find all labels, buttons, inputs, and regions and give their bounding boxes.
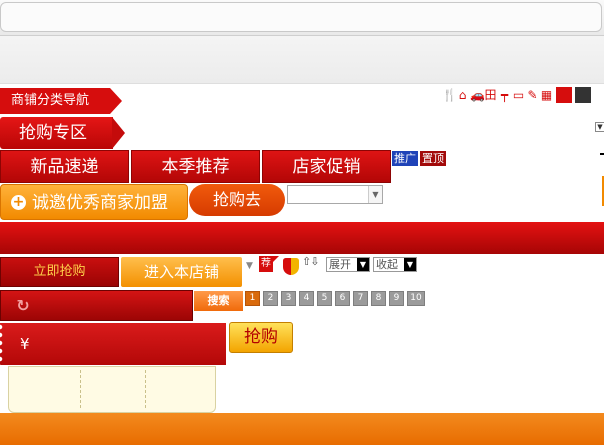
category-icon-row: 🍴 ⌂ 🚗 田 ┯ ▭ ✎ ▦ [442, 86, 591, 104]
promo-badge[interactable]: 推广 [392, 151, 418, 166]
chevron-down-icon[interactable]: ▼ [595, 122, 604, 132]
page-button[interactable]: 5 [317, 291, 332, 306]
shield-icon [283, 258, 299, 275]
page-button[interactable]: 6 [335, 291, 350, 306]
footer-bar [0, 413, 604, 445]
enter-store-button[interactable]: 进入本店铺 [121, 257, 242, 287]
divider [145, 370, 146, 408]
page-button[interactable]: 2 [263, 291, 278, 306]
up-down-arrows-icon[interactable]: ⇧⇩ [302, 255, 319, 268]
divider [600, 153, 604, 155]
page-button[interactable]: 9 [389, 291, 404, 306]
badge-fold [271, 256, 279, 264]
chevron-down-icon[interactable]: ▼ [404, 258, 416, 271]
chevron-down-icon[interactable]: ▼ [246, 261, 253, 271]
tab-new-arrivals[interactable]: 新品速递 [0, 150, 129, 183]
pagination: 1 2 3 4 5 6 7 8 9 10 [245, 291, 425, 306]
plus-icon: + [11, 194, 26, 210]
top-search-input[interactable] [0, 2, 602, 32]
shop-nav-arrow [110, 88, 122, 114]
tab-season-picks[interactable]: 本季推荐 [131, 150, 260, 183]
page-button[interactable]: 4 [299, 291, 314, 306]
red-banner [0, 222, 604, 254]
secondary-toolbar [0, 36, 604, 84]
rush-zone-arrow [112, 117, 125, 149]
chevron-down-icon[interactable]: ▼ [368, 186, 382, 203]
price-tag-perforation [0, 323, 6, 365]
search-button[interactable]: 搜索 [194, 291, 243, 311]
buy-now-button[interactable]: 立即抢购 [0, 257, 119, 287]
home-icon[interactable]: ⌂ [456, 88, 469, 103]
join-merchant-button[interactable]: 诚邀优秀商家加盟 [0, 184, 188, 220]
broom-icon[interactable]: ✎ [526, 88, 539, 103]
faucet-icon[interactable]: ┯ [498, 88, 511, 103]
product-info-panel [8, 366, 216, 413]
price-tag: ¥ [0, 323, 226, 365]
chevron-down-icon[interactable]: ▼ [357, 258, 369, 271]
rush-zone-header[interactable]: 抢购专区 [0, 117, 113, 149]
grid-icon[interactable]: ▦ [540, 88, 553, 103]
red-square-icon[interactable] [556, 87, 572, 103]
pin-top-badge[interactable]: 置顶 [420, 151, 446, 166]
dark-square-icon[interactable] [575, 87, 591, 103]
divider [80, 370, 81, 408]
go-rush-button[interactable]: 抢购去 [189, 184, 285, 216]
shop-category-nav[interactable]: 商铺分类导航 [0, 88, 110, 114]
page-button[interactable]: 1 [245, 291, 260, 306]
table-icon[interactable]: 田 [484, 88, 497, 103]
page-button[interactable]: 8 [371, 291, 386, 306]
monitor-icon[interactable]: ▭ [512, 88, 525, 103]
car-icon[interactable]: 🚗 [470, 88, 485, 103]
page-button[interactable]: 3 [281, 291, 296, 306]
rush-buy-button[interactable]: 抢购 [229, 322, 293, 353]
page-button[interactable]: 10 [407, 291, 425, 306]
page-button[interactable]: 7 [353, 291, 368, 306]
tab-store-promotions[interactable]: 店家促销 [262, 150, 391, 183]
utensils-icon[interactable]: 🍴 [442, 88, 457, 103]
refresh-icon[interactable]: ↻ [14, 297, 32, 315]
